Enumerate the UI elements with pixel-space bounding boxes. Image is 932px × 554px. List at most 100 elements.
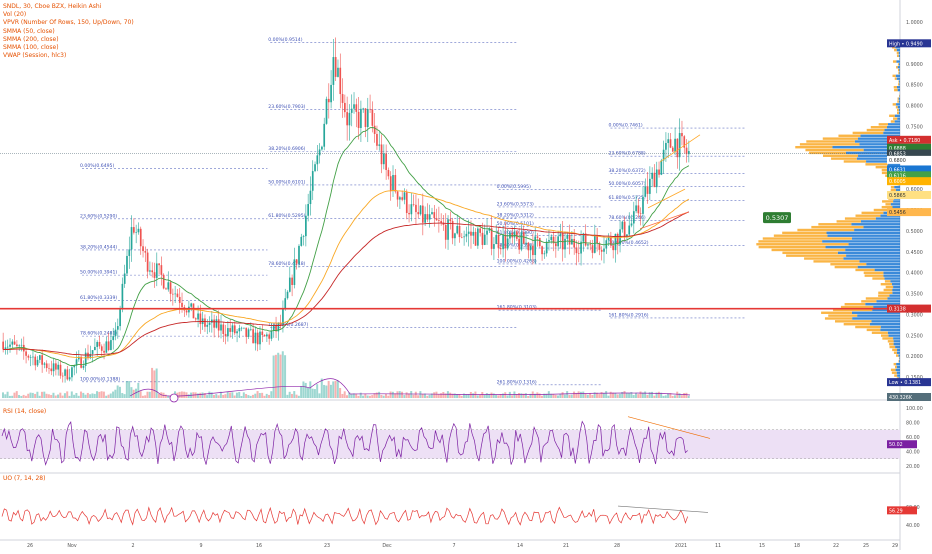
candle-body[interactable] <box>472 232 474 236</box>
candle-body[interactable] <box>310 191 312 204</box>
candle-body[interactable] <box>138 229 140 232</box>
candle-body[interactable] <box>60 365 62 376</box>
uo-divergence-line[interactable] <box>618 506 708 512</box>
candle-body[interactable] <box>346 112 348 125</box>
candle-body[interactable] <box>305 216 307 236</box>
candle-body[interactable] <box>236 331 238 333</box>
candle-body[interactable] <box>115 330 117 336</box>
candle-body[interactable] <box>571 239 573 245</box>
candle-body[interactable] <box>57 365 59 370</box>
candle-body[interactable] <box>596 235 598 243</box>
candle-body[interactable] <box>206 325 208 327</box>
candle-body[interactable] <box>660 161 662 175</box>
candle-body[interactable] <box>156 263 158 277</box>
candle-body[interactable] <box>209 323 211 325</box>
candle-body[interactable] <box>578 253 580 254</box>
candle-body[interactable] <box>433 212 435 218</box>
candle-body[interactable] <box>154 272 156 278</box>
candle-body[interactable] <box>268 334 270 338</box>
candle-body[interactable] <box>197 313 199 319</box>
candle-body[interactable] <box>493 244 495 249</box>
candle-body[interactable] <box>358 112 360 128</box>
candle-body[interactable] <box>635 205 637 211</box>
candle-body[interactable] <box>225 334 227 336</box>
candle-body[interactable] <box>204 318 206 326</box>
candle-body[interactable] <box>110 340 112 350</box>
candle-body[interactable] <box>592 245 594 253</box>
candle-body[interactable] <box>573 239 575 248</box>
candle-body[interactable] <box>378 144 380 145</box>
candle-body[interactable] <box>498 235 500 248</box>
candle-body[interactable] <box>654 173 656 187</box>
candle-body[interactable] <box>456 226 458 233</box>
candle-body[interactable] <box>530 246 532 251</box>
candle-body[interactable] <box>394 175 396 192</box>
candle-body[interactable] <box>32 357 34 358</box>
candle-body[interactable] <box>667 139 669 143</box>
candle-body[interactable] <box>245 328 247 337</box>
candle-body[interactable] <box>64 369 66 375</box>
candle-body[interactable] <box>124 274 126 284</box>
candle-body[interactable] <box>326 99 328 124</box>
candle-body[interactable] <box>383 153 385 164</box>
candle-body[interactable] <box>101 346 103 350</box>
candle-body[interactable] <box>37 360 39 365</box>
candle-body[interactable] <box>477 229 479 246</box>
candle-body[interactable] <box>401 197 403 200</box>
legend-symbol[interactable]: SNDL, 30, Cboe BZX, Heikin Ashi <box>3 3 134 11</box>
candle-body[interactable] <box>323 124 325 147</box>
candle-body[interactable] <box>569 235 571 245</box>
candle-body[interactable] <box>355 104 357 112</box>
candle-body[interactable] <box>34 357 36 366</box>
candle-body[interactable] <box>96 342 98 347</box>
candle-body[interactable] <box>67 369 69 379</box>
candle-body[interactable] <box>227 328 229 336</box>
candle-body[interactable] <box>106 341 108 352</box>
candle-body[interactable] <box>651 173 653 179</box>
candle-body[interactable] <box>103 351 105 353</box>
candle-body[interactable] <box>266 334 268 336</box>
candle-body[interactable] <box>681 133 683 136</box>
candle-body[interactable] <box>339 68 341 94</box>
candle-body[interactable] <box>670 139 672 147</box>
candle-body[interactable] <box>420 206 422 215</box>
candle-body[interactable] <box>190 303 192 306</box>
candle-body[interactable] <box>147 253 149 272</box>
candle-body[interactable] <box>431 212 433 214</box>
candle-body[interactable] <box>365 108 367 127</box>
candle-body[interactable] <box>131 227 133 249</box>
candle-body[interactable] <box>314 164 316 171</box>
candle-body[interactable] <box>603 249 605 252</box>
candle-body[interactable] <box>92 350 94 354</box>
candle-body[interactable] <box>316 155 318 164</box>
legend-smma-100[interactable]: SMMA (100, close) <box>3 44 134 52</box>
candle-body[interactable] <box>186 310 188 312</box>
candle-body[interactable] <box>628 226 630 235</box>
candle-body[interactable] <box>514 231 516 237</box>
candle-body[interactable] <box>289 278 291 292</box>
candle-body[interactable] <box>548 240 550 242</box>
candle-body[interactable] <box>344 103 346 112</box>
candle-body[interactable] <box>55 363 57 369</box>
candle-body[interactable] <box>112 336 114 340</box>
candle-body[interactable] <box>108 341 110 350</box>
candle-body[interactable] <box>200 313 202 324</box>
candle-body[interactable] <box>672 148 674 152</box>
candle-body[interactable] <box>241 328 243 329</box>
candle-body[interactable] <box>255 333 257 344</box>
candle-body[interactable] <box>532 246 534 255</box>
candle-body[interactable] <box>222 325 224 334</box>
candle-body[interactable] <box>640 213 642 214</box>
candle-body[interactable] <box>151 270 153 272</box>
candle-body[interactable] <box>170 282 172 294</box>
candle-body[interactable] <box>298 246 300 264</box>
candle-body[interactable] <box>665 143 667 150</box>
candle-body[interactable] <box>122 284 124 308</box>
candle-body[interactable] <box>296 259 298 263</box>
candle-body[interactable] <box>144 251 146 253</box>
candle-body[interactable] <box>319 149 321 155</box>
candle-body[interactable] <box>181 303 183 307</box>
candle-body[interactable] <box>163 275 165 289</box>
candle-body[interactable] <box>48 368 50 369</box>
candle-body[interactable] <box>622 222 624 230</box>
